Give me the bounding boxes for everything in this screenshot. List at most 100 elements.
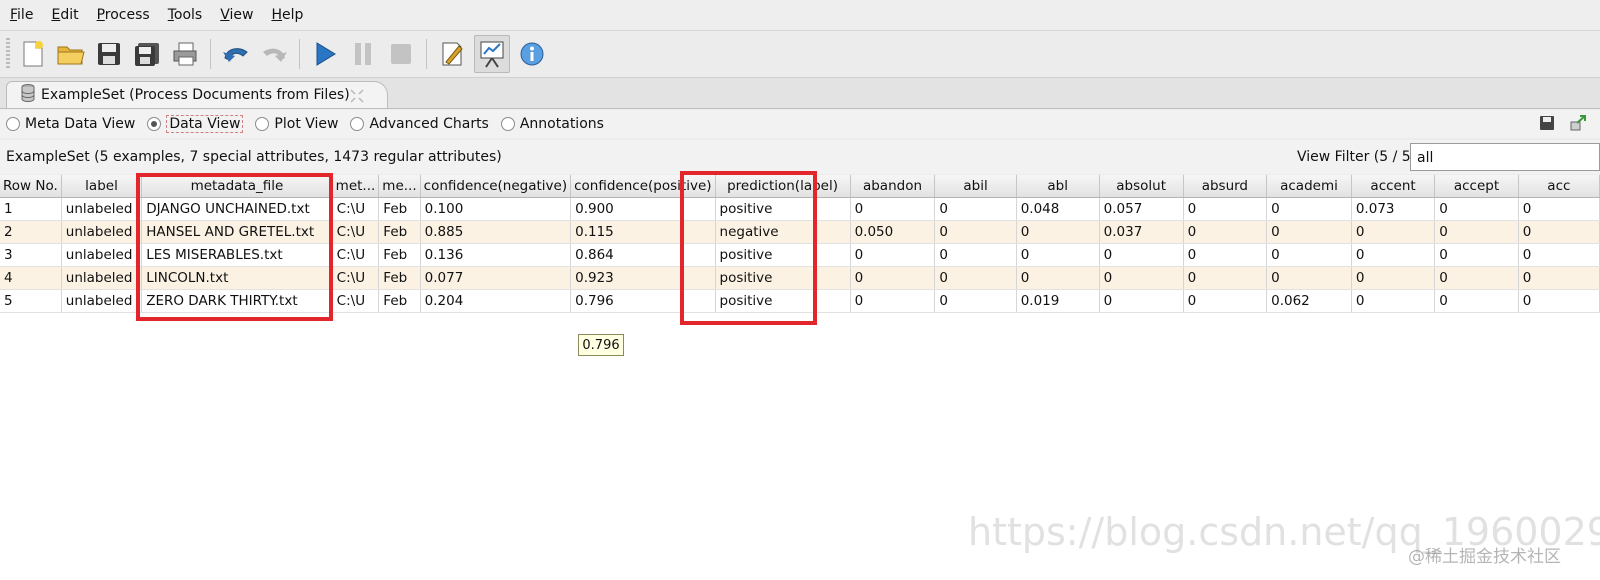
table-cell[interactable]: 0 — [1351, 266, 1436, 290]
column-header[interactable]: abil — [934, 175, 1017, 198]
export-icon[interactable] — [1568, 114, 1588, 136]
table-cell[interactable]: LES MISERABLES.txt — [141, 243, 333, 267]
table-cell[interactable]: 0 — [1016, 220, 1100, 244]
table-cell[interactable]: positive — [715, 266, 851, 290]
view-option-advanced-charts[interactable]: Advanced Charts — [350, 116, 489, 132]
table-cell[interactable]: 0 — [1434, 197, 1519, 221]
table-cell[interactable]: 0.100 — [420, 197, 572, 221]
table-cell[interactable]: 0 — [1518, 266, 1600, 290]
table-cell[interactable]: 0 — [934, 243, 1017, 267]
table-cell[interactable]: 0.885 — [420, 220, 572, 244]
table-cell[interactable]: HANSEL AND GRETEL.txt — [141, 220, 333, 244]
print-icon[interactable] — [169, 38, 201, 70]
table-cell[interactable]: 0 — [1099, 243, 1184, 267]
radio-button[interactable] — [350, 117, 365, 131]
table-cell[interactable]: positive — [715, 243, 851, 267]
table-row[interactable]: 4 unlabeled LINCOLN.txt C:\U Feb 0.077 0.923 po… — [0, 266, 1600, 290]
menu-item[interactable]: File — [4, 7, 39, 23]
menu-item[interactable]: View — [214, 7, 259, 23]
table-cell[interactable]: 0 — [1351, 220, 1436, 244]
table-cell[interactable]: C:\U — [332, 289, 380, 313]
table-cell[interactable]: C:\U — [332, 220, 380, 244]
table-cell[interactable]: 3 — [0, 243, 62, 267]
table-cell[interactable]: 0.062 — [1266, 289, 1352, 313]
table-cell[interactable]: 0 — [1518, 197, 1600, 221]
table-cell[interactable]: 5 — [0, 289, 62, 313]
column-header[interactable]: absurd — [1183, 175, 1268, 198]
table-cell[interactable]: positive — [715, 289, 851, 313]
table-cell[interactable]: Feb — [378, 243, 421, 267]
column-header[interactable]: met... — [332, 175, 380, 198]
column-header[interactable]: metadata_file — [141, 175, 333, 198]
table-cell[interactable]: 0 — [1518, 243, 1600, 267]
view-option-data-view[interactable]: Data View — [147, 115, 244, 133]
table-cell[interactable]: 0 — [1434, 289, 1519, 313]
table-cell[interactable]: 1 — [0, 197, 62, 221]
table-cell[interactable]: 0 — [1434, 220, 1519, 244]
table-cell[interactable]: 0.136 — [420, 243, 572, 267]
table-cell[interactable]: unlabeled — [61, 289, 143, 313]
table-cell[interactable]: Feb — [378, 266, 421, 290]
table-cell[interactable]: 0 — [1183, 243, 1268, 267]
column-header[interactable]: accent — [1351, 175, 1436, 198]
table-cell[interactable]: Feb — [378, 289, 421, 313]
column-header[interactable]: accept — [1434, 175, 1519, 198]
table-cell[interactable]: 0 — [1518, 220, 1600, 244]
table-cell[interactable]: 0.796 — [570, 289, 716, 313]
table-cell[interactable]: 0 — [850, 289, 936, 313]
column-header[interactable]: acc — [1518, 175, 1600, 198]
table-cell[interactable]: 0.019 — [1016, 289, 1100, 313]
menu-item[interactable]: Edit — [45, 7, 84, 23]
radio-button[interactable] — [6, 117, 20, 131]
table-cell[interactable]: 4 — [0, 266, 62, 290]
table-cell[interactable]: LINCOLN.txt — [141, 266, 333, 290]
radio-button[interactable] — [147, 117, 162, 131]
table-cell[interactable]: 0 — [1351, 289, 1436, 313]
table-cell[interactable]: 0 — [850, 243, 936, 267]
table-cell[interactable]: 0.037 — [1099, 220, 1184, 244]
table-cell[interactable]: unlabeled — [61, 197, 143, 221]
table-cell[interactable]: 0 — [1266, 197, 1352, 221]
table-cell[interactable]: 0 — [1183, 266, 1268, 290]
new-file-icon[interactable] — [17, 38, 49, 70]
table-cell[interactable]: 0 — [1099, 266, 1184, 290]
table-cell[interactable]: unlabeled — [61, 220, 143, 244]
table-cell[interactable]: 0.077 — [420, 266, 572, 290]
column-header[interactable]: abandon — [850, 175, 936, 198]
stop-icon[interactable] — [385, 38, 417, 70]
table-cell[interactable]: 0.900 — [570, 197, 716, 221]
table-cell[interactable]: 0.204 — [420, 289, 572, 313]
table-cell[interactable]: 0.923 — [570, 266, 716, 290]
save-result-icon[interactable] — [1538, 114, 1556, 136]
table-cell[interactable]: 0.115 — [570, 220, 716, 244]
table-cell[interactable]: ZERO DARK THIRTY.txt — [141, 289, 333, 313]
design-perspective-icon[interactable] — [436, 38, 468, 70]
column-header[interactable]: confidence(positive) — [570, 175, 716, 198]
table-row[interactable]: 5 unlabeled ZERO DARK THIRTY.txt C:\U Feb 0.2… — [0, 289, 1600, 313]
open-folder-icon[interactable] — [55, 38, 87, 70]
radio-button[interactable] — [255, 117, 270, 131]
column-header[interactable]: label — [61, 175, 143, 198]
table-cell[interactable]: 0.048 — [1016, 197, 1100, 221]
tab-exampleset[interactable]: ExampleSet (Process Documents from Files… — [6, 81, 388, 108]
table-cell[interactable]: 0 — [1518, 289, 1600, 313]
table-cell[interactable]: C:\U — [332, 266, 380, 290]
table-cell[interactable]: 0.057 — [1099, 197, 1184, 221]
run-icon[interactable] — [309, 38, 341, 70]
table-cell[interactable]: 0 — [1351, 243, 1436, 267]
view-option-meta-data-view[interactable]: Meta Data View — [6, 116, 135, 132]
table-cell[interactable]: 0 — [850, 266, 936, 290]
info-icon[interactable] — [516, 38, 548, 70]
results-perspective-icon[interactable] — [474, 35, 510, 73]
view-filter-select[interactable]: all — [1410, 143, 1600, 171]
menu-item[interactable]: Tools — [162, 7, 209, 23]
table-cell[interactable]: negative — [715, 220, 851, 244]
table-cell[interactable]: 0 — [1266, 220, 1352, 244]
table-cell[interactable]: unlabeled — [61, 243, 143, 267]
table-cell[interactable]: 0 — [934, 197, 1017, 221]
redo-icon[interactable] — [258, 38, 290, 70]
undo-icon[interactable] — [220, 38, 252, 70]
table-cell[interactable]: DJANGO UNCHAINED.txt — [141, 197, 333, 221]
table-cell[interactable]: 0 — [1434, 243, 1519, 267]
view-option-annotations[interactable]: Annotations — [500, 116, 604, 132]
